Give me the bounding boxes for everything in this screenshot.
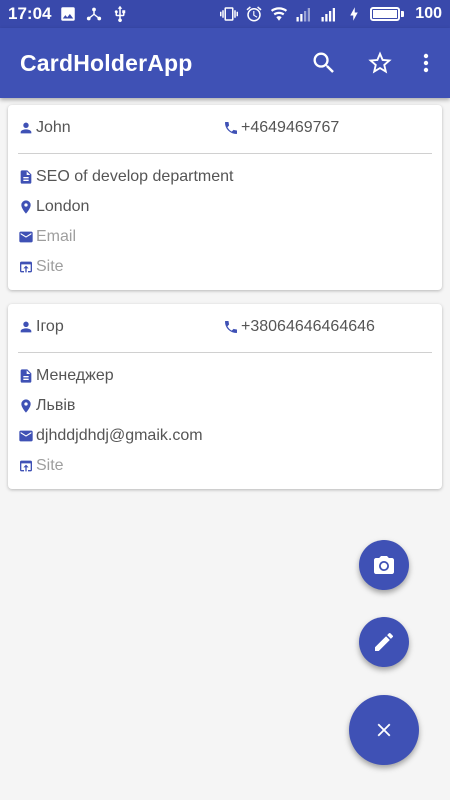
web-icon	[18, 259, 34, 275]
card-divider	[18, 153, 432, 154]
signal-3g-icon	[295, 5, 313, 23]
card-header: Ігор +38064646464646	[18, 304, 432, 350]
status-right: 100	[220, 5, 442, 23]
email-icon	[18, 428, 34, 444]
status-left: 17:04	[8, 4, 129, 24]
card-email-row[interactable]: Email	[18, 222, 432, 252]
search-button[interactable]	[296, 35, 352, 91]
card-email: Email	[36, 228, 77, 245]
card-position-row: SEO of develop department	[18, 162, 432, 192]
card-city-row: London	[18, 192, 432, 222]
wifi-icon	[270, 5, 288, 23]
close-fab-button[interactable]	[349, 695, 419, 765]
battery-fill	[373, 10, 398, 18]
close-icon	[377, 723, 391, 737]
card-email: djhddjdhdj@gmaik.com	[36, 427, 203, 444]
share-notification-icon	[85, 5, 103, 23]
document-icon	[18, 169, 34, 185]
person-icon	[18, 120, 34, 136]
card-divider	[18, 352, 432, 353]
contact-card[interactable]: Ігор +38064646464646 Менеджер Львів djhd…	[8, 304, 442, 489]
card-site: Site	[36, 457, 64, 474]
usb-icon	[111, 5, 129, 23]
camera-fab-button[interactable]	[359, 540, 409, 590]
charging-icon	[345, 5, 363, 23]
card-site: Site	[36, 258, 64, 275]
image-notification-icon	[59, 5, 77, 23]
card-phone: +38064646464646	[241, 318, 375, 335]
card-city: London	[36, 198, 90, 215]
card-phone: +4649469767	[241, 119, 340, 136]
phone-icon	[223, 120, 239, 136]
card-position: Менеджер	[36, 367, 114, 384]
location-pin-icon	[18, 398, 34, 414]
card-name: Ігор	[36, 318, 64, 335]
card-name: John	[36, 119, 71, 136]
card-email-row[interactable]: djhddjdhdj@gmaik.com	[18, 421, 432, 451]
document-icon	[18, 368, 34, 384]
app-bar: CardHolderApp	[0, 28, 450, 98]
more-vert-icon	[423, 53, 429, 73]
vibrate-icon	[220, 5, 239, 23]
battery-level: 100	[415, 5, 442, 22]
favorites-button[interactable]	[352, 35, 408, 91]
phone-icon	[223, 319, 239, 335]
person-icon	[18, 319, 34, 335]
battery-icon	[370, 7, 405, 21]
star-outline-icon	[368, 51, 392, 74]
card-name-row: Ігор	[18, 318, 223, 336]
card-position-row: Менеджер	[18, 361, 432, 391]
app-actions	[296, 35, 450, 91]
alarm-icon	[245, 5, 263, 23]
card-site-row[interactable]: Site	[18, 252, 432, 282]
search-icon	[313, 52, 334, 73]
card-city: Львів	[36, 397, 76, 414]
card-city-row: Львів	[18, 391, 432, 421]
signal-icon	[320, 5, 338, 23]
app-title: CardHolderApp	[20, 49, 193, 76]
status-time: 17:04	[8, 4, 52, 23]
status-bar: 17:04 100	[0, 0, 450, 28]
location-pin-icon	[18, 199, 34, 215]
web-icon	[18, 458, 34, 474]
contact-card[interactable]: John +4649469767 SEO of develop departme…	[8, 105, 442, 290]
email-icon	[18, 229, 34, 245]
card-position: SEO of develop department	[36, 168, 234, 185]
card-header: John +4649469767	[18, 105, 432, 151]
card-phone-row[interactable]: +38064646464646	[223, 318, 375, 336]
card-name-row: John	[18, 119, 223, 137]
more-options-button[interactable]	[408, 35, 444, 91]
card-site-row[interactable]: Site	[18, 451, 432, 481]
camera-icon	[374, 556, 394, 574]
edit-fab-button[interactable]	[359, 617, 409, 667]
card-list: John +4649469767 SEO of develop departme…	[8, 105, 442, 503]
edit-icon	[375, 632, 394, 651]
card-phone-row[interactable]: +4649469767	[223, 119, 339, 137]
